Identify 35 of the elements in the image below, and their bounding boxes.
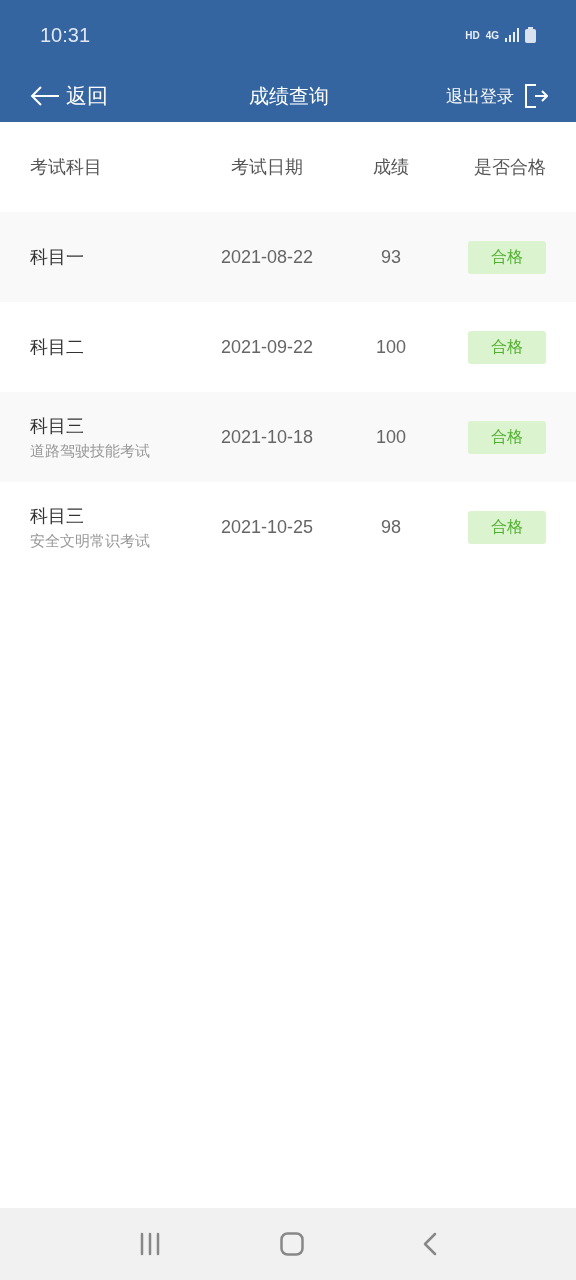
subject-note: 道路驾驶技能考试	[30, 441, 151, 461]
result-badge: 合格	[468, 510, 546, 544]
subject-name: 科目三	[30, 503, 85, 528]
result-badge: 合格	[468, 240, 546, 274]
column-header: 考试科目	[30, 155, 103, 179]
exam-date: 2021-08-22	[219, 246, 315, 268]
page-title: 成绩查询	[249, 82, 329, 110]
score: 98	[380, 516, 402, 538]
back-icon[interactable]	[422, 1232, 437, 1256]
score: 100	[374, 426, 407, 448]
column-header: 成绩	[372, 155, 410, 179]
hd-label: HD	[465, 29, 480, 41]
subject-name: 科目一	[30, 245, 85, 269]
status-time: 10:31	[40, 23, 91, 47]
subject-name: 科目二	[30, 335, 85, 359]
signal-icon	[505, 28, 519, 42]
exam-date: 2021-10-25	[219, 516, 315, 538]
network-label: 4G	[485, 29, 499, 41]
back-button[interactable]: 返回	[30, 82, 180, 110]
recent-apps-icon[interactable]	[139, 1232, 162, 1256]
logout-icon	[524, 84, 548, 108]
logout-button[interactable]: 退出登录	[398, 84, 548, 108]
result-badge: 合格	[468, 330, 546, 364]
score: 100	[374, 336, 407, 358]
exam-date: 2021-09-22	[219, 336, 315, 358]
score: 93	[380, 246, 402, 268]
subject-note: 安全文明常识考试	[30, 531, 151, 551]
battery-icon	[525, 27, 536, 43]
home-icon[interactable]	[280, 1232, 304, 1256]
subject-name: 科目三	[30, 413, 85, 438]
result-badge: 合格	[468, 420, 546, 454]
column-header: 考试日期	[230, 155, 304, 179]
column-header: 是否合格	[473, 155, 546, 179]
back-arrow-icon	[30, 86, 60, 106]
exam-date: 2021-10-18	[219, 426, 315, 448]
